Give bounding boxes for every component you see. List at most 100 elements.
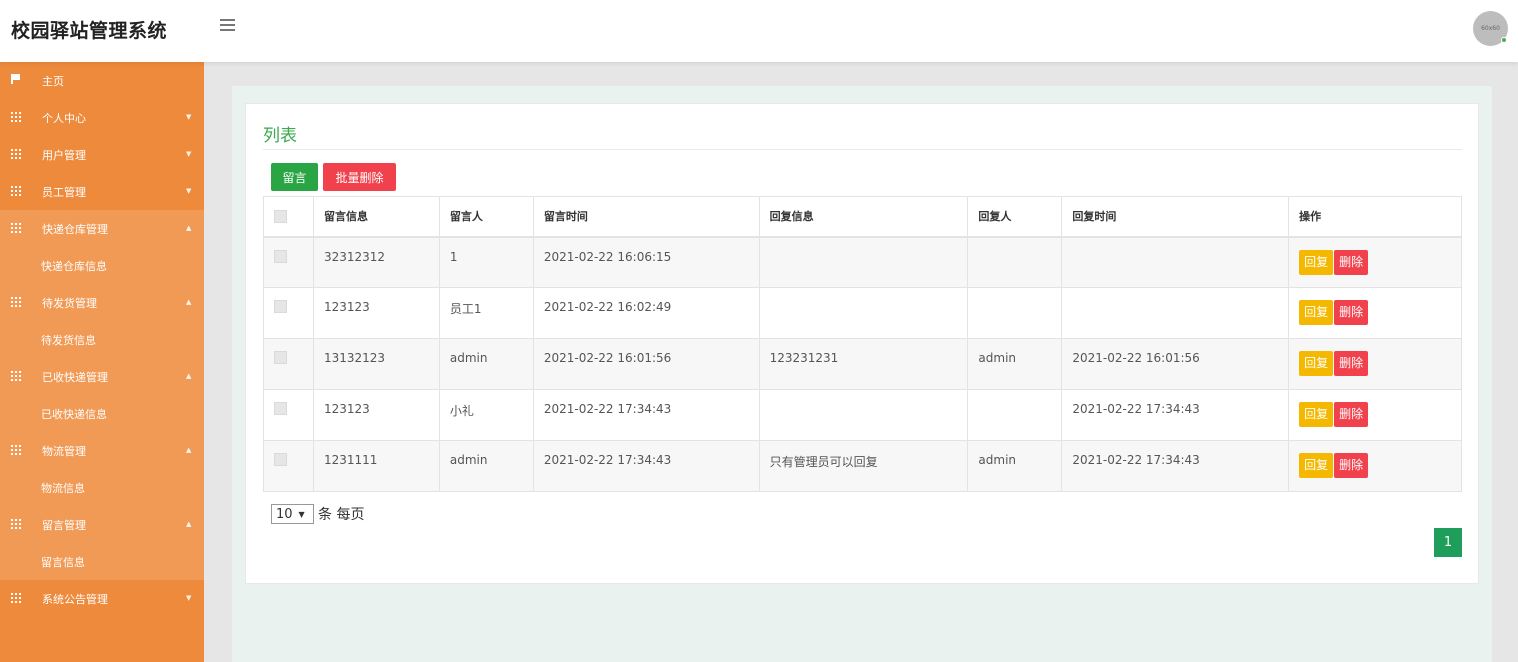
table-cell xyxy=(758,236,969,288)
grid-icon xyxy=(11,519,21,529)
table-cell: 2021-02-22 17:34:43 xyxy=(1061,389,1290,441)
sidebar: 主页 个人中心 ▼ 用户管理 ▼ 员工管理 ▼ 快递仓库管理 ▲ 快递仓库信息 待发货管理 ▲ 待发货信… xyxy=(0,62,204,662)
reply-button[interactable]: 回复 xyxy=(1299,249,1334,275)
grid-icon xyxy=(11,371,21,381)
list-card: 列表 留言 批量删除 留言信息 留言人 留言时间 回复信息 回复人 回复时间 操… xyxy=(245,103,1479,584)
sidebar-item[interactable]: 留言管理 ▲ xyxy=(0,506,204,543)
grid-icon xyxy=(11,112,21,122)
select-all-checkbox[interactable] xyxy=(274,209,287,223)
row-checkbox[interactable] xyxy=(274,249,287,263)
row-checkbox[interactable] xyxy=(274,300,287,313)
page-title: 列表 xyxy=(263,126,297,146)
actions-cell: 回复 删除 xyxy=(1288,236,1462,288)
row-checkbox[interactable] xyxy=(274,351,287,364)
reply-button[interactable]: 回复 xyxy=(1299,351,1334,376)
sidebar-item-label: 个人中心 xyxy=(42,111,86,125)
grid-icon xyxy=(11,445,21,455)
sidebar-item[interactable]: 个人中心 ▼ xyxy=(0,99,204,136)
sidebar-item[interactable]: 物流管理 ▲ xyxy=(0,432,204,469)
table-cell xyxy=(758,287,969,339)
table-cell xyxy=(1061,236,1290,288)
sidebar-item[interactable]: 用户管理 ▼ xyxy=(0,136,204,173)
sidebar-subitem[interactable]: 留言信息 xyxy=(0,543,204,580)
delete-button[interactable]: 删除 xyxy=(1334,453,1369,478)
table-cell: 32312312 xyxy=(312,236,440,288)
delete-button[interactable]: 删除 xyxy=(1334,300,1369,325)
table-cell: 13132123 xyxy=(312,338,440,390)
grid-icon xyxy=(11,223,21,233)
sidebar-subitem[interactable]: 待发货信息 xyxy=(0,321,204,358)
column-header: 操作 xyxy=(1288,196,1462,238)
delete-button[interactable]: 删除 xyxy=(1334,402,1369,427)
table-cell: 1231111 xyxy=(312,440,440,492)
table-row: 1231111 admin 2021-02-22 17:34:43 只有管理员可以回复… xyxy=(263,440,1462,492)
table-cell: admin xyxy=(967,338,1063,390)
message-table: 留言信息 留言人 留言时间 回复信息 回复人 回复时间 操作 32312312 1… xyxy=(263,196,1462,492)
grid-icon xyxy=(11,149,21,159)
row-checkbox-cell xyxy=(263,287,314,339)
online-status-dot xyxy=(1501,37,1507,43)
table-cell: 1 xyxy=(438,236,534,288)
grid-icon xyxy=(11,593,21,603)
hamburger-menu-icon[interactable] xyxy=(220,18,236,32)
sidebar-item[interactable]: 待发货管理 ▲ xyxy=(0,284,204,321)
sidebar-item-label: 待发货管理 xyxy=(42,296,97,310)
add-message-button[interactable]: 留言 xyxy=(271,163,318,191)
row-checkbox[interactable] xyxy=(274,402,287,415)
table-cell: 只有管理员可以回复 xyxy=(758,440,969,492)
chevron-up-icon: ▲ xyxy=(186,446,192,454)
per-page-control: 10 ▼ 条 每页 xyxy=(271,504,364,524)
table-cell: admin xyxy=(438,440,534,492)
header-checkbox-cell xyxy=(263,196,314,238)
table-cell: 2021-02-22 17:34:43 xyxy=(1061,440,1290,492)
column-header: 回复人 xyxy=(967,196,1063,238)
delete-button[interactable]: 删除 xyxy=(1334,249,1369,275)
row-checkbox-cell xyxy=(263,440,314,492)
sidebar-item-label: 留言管理 xyxy=(42,518,86,532)
reply-button[interactable]: 回复 xyxy=(1299,402,1334,427)
table-header-row: 留言信息 留言人 留言时间 回复信息 回复人 回复时间 操作 xyxy=(263,196,1462,238)
reply-button[interactable]: 回复 xyxy=(1299,300,1334,325)
per-page-label: 条 每页 xyxy=(318,507,365,523)
sidebar-item[interactable]: 快递仓库管理 ▲ xyxy=(0,210,204,247)
chevron-up-icon: ▲ xyxy=(186,520,192,528)
table-row: 32312312 1 2021-02-22 16:06:15 回复 删除 xyxy=(263,236,1462,288)
sidebar-item[interactable]: 已收快递管理 ▲ xyxy=(0,358,204,395)
sidebar-item[interactable]: 主页 xyxy=(0,62,204,99)
table-cell: 小礼 xyxy=(438,389,534,441)
table-cell: 2021-02-22 17:34:43 xyxy=(532,440,760,492)
page-button-current[interactable]: 1 xyxy=(1434,528,1462,557)
per-page-select[interactable]: 10 ▼ xyxy=(271,504,314,524)
sidebar-item-label: 系统公告管理 xyxy=(42,592,108,606)
actions-cell: 回复 删除 xyxy=(1288,389,1462,441)
sidebar-subitem[interactable]: 快递仓库信息 xyxy=(0,247,204,284)
app-title: 校园驿站管理系统 xyxy=(11,20,168,42)
batch-delete-button[interactable]: 批量删除 xyxy=(323,163,396,191)
reply-button[interactable]: 回复 xyxy=(1299,453,1334,478)
actions-cell: 回复 删除 xyxy=(1288,440,1462,492)
sidebar-subitem[interactable]: 已收快递信息 xyxy=(0,395,204,432)
table-cell: admin xyxy=(438,338,534,390)
row-checkbox-cell xyxy=(263,389,314,441)
table-row: 123123 小礼 2021-02-22 17:34:43 2021-02-22 17… xyxy=(263,389,1462,441)
table-cell xyxy=(967,236,1063,288)
sidebar-item[interactable]: 系统公告管理 ▼ xyxy=(0,580,204,617)
table-cell: 2021-02-22 16:02:49 xyxy=(532,287,760,339)
flag-icon xyxy=(11,74,20,84)
sidebar-item[interactable]: 员工管理 ▼ xyxy=(0,173,204,210)
top-header: 校园驿站管理系统 60x60 xyxy=(0,0,1518,62)
table-cell: admin xyxy=(967,440,1063,492)
column-header: 留言信息 xyxy=(312,196,440,238)
delete-button[interactable]: 删除 xyxy=(1334,351,1369,376)
row-checkbox-cell xyxy=(263,236,314,288)
row-checkbox[interactable] xyxy=(274,453,287,466)
table-row: 13132123 admin 2021-02-22 16:01:56 12323123… xyxy=(263,338,1462,390)
sidebar-subitem[interactable]: 物流信息 xyxy=(0,469,204,506)
table-cell: 2021-02-22 16:01:56 xyxy=(532,338,760,390)
chevron-down-icon: ▼ xyxy=(186,594,192,602)
table-cell: 2021-02-22 17:34:43 xyxy=(532,389,760,441)
table-cell: 123231231 xyxy=(758,338,969,390)
sidebar-item-label: 已收快递管理 xyxy=(42,370,108,384)
column-header: 回复时间 xyxy=(1061,196,1290,238)
chevron-down-icon: ▼ xyxy=(186,150,192,158)
